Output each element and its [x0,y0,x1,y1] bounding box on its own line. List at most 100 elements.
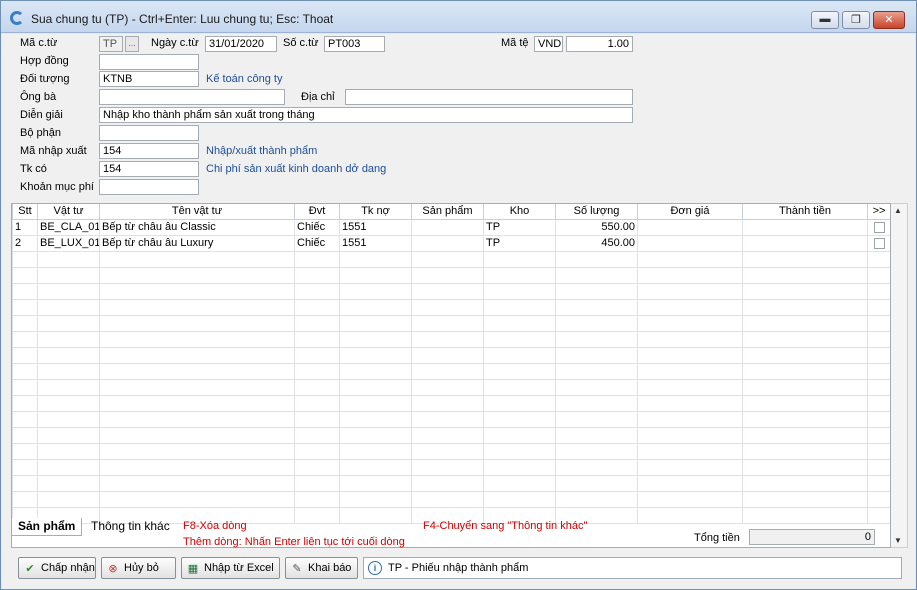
empty-cell[interactable] [411,490,484,508]
empty-cell[interactable] [294,506,340,524]
empty-cell[interactable] [742,394,868,412]
empty-table-row[interactable] [12,250,890,268]
empty-table-row[interactable] [12,458,890,476]
empty-cell[interactable] [483,378,556,396]
empty-cell[interactable] [555,346,638,364]
ty-gia-field[interactable]: 1.00 [566,36,633,52]
empty-cell[interactable] [294,314,340,332]
cell-tk-no[interactable]: 1551 [339,234,412,252]
col-header-dvt[interactable]: Đvt [294,204,340,220]
empty-cell[interactable] [637,346,743,364]
empty-cell[interactable] [867,458,890,476]
empty-cell[interactable] [37,298,100,316]
cell-thanh-tien[interactable] [742,234,868,252]
empty-cell[interactable] [37,458,100,476]
empty-cell[interactable] [99,282,295,300]
cell-vat-tu[interactable]: BE_CLA_01 [37,218,100,236]
tk-co-field[interactable]: 154 [99,161,199,177]
empty-cell[interactable] [867,250,890,268]
empty-cell[interactable] [742,282,868,300]
empty-cell[interactable] [411,330,484,348]
empty-cell[interactable] [555,474,638,492]
col-header-tk-no[interactable]: Tk nợ [339,204,412,220]
empty-cell[interactable] [637,458,743,476]
maximize-button[interactable]: ❐ [842,11,870,29]
empty-cell[interactable] [37,410,100,428]
empty-cell[interactable] [12,314,38,332]
cell-kho[interactable]: TP [483,218,556,236]
empty-cell[interactable] [99,490,295,508]
col-header-thanh-tien[interactable]: Thành tiền [742,204,868,220]
empty-cell[interactable] [99,314,295,332]
empty-table-row[interactable] [12,426,890,444]
empty-cell[interactable] [294,490,340,508]
col-header-ten-vat-tu[interactable]: Tên vật tư [99,204,295,220]
empty-cell[interactable] [294,442,340,460]
cell-dvt[interactable]: Chiếc [294,234,340,252]
scroll-down-icon[interactable]: ▼ [894,536,902,545]
empty-table-row[interactable] [12,442,890,460]
empty-cell[interactable] [411,394,484,412]
empty-cell[interactable] [867,378,890,396]
empty-cell[interactable] [339,490,412,508]
empty-table-row[interactable] [12,378,890,396]
declare-button[interactable]: ✎ Khai báo [285,557,358,579]
empty-cell[interactable] [483,442,556,460]
empty-table-row[interactable] [12,474,890,492]
empty-cell[interactable] [12,282,38,300]
empty-cell[interactable] [294,266,340,284]
empty-cell[interactable] [637,250,743,268]
empty-cell[interactable] [411,282,484,300]
empty-cell[interactable] [411,362,484,380]
empty-cell[interactable] [411,346,484,364]
empty-cell[interactable] [294,458,340,476]
empty-cell[interactable] [12,298,38,316]
empty-cell[interactable] [411,250,484,268]
ma-ct-lookup-button[interactable]: ... [125,36,139,52]
empty-cell[interactable] [99,394,295,412]
empty-cell[interactable] [99,378,295,396]
empty-cell[interactable] [37,346,100,364]
empty-cell[interactable] [483,362,556,380]
empty-cell[interactable] [99,330,295,348]
empty-cell[interactable] [339,458,412,476]
hop-dong-field[interactable] [99,54,199,70]
empty-cell[interactable] [12,490,38,508]
empty-cell[interactable] [294,282,340,300]
empty-cell[interactable] [483,474,556,492]
empty-cell[interactable] [742,378,868,396]
empty-cell[interactable] [37,330,100,348]
cell-stt[interactable]: 2 [12,234,38,252]
col-header-stt[interactable]: Stt [12,204,38,220]
empty-cell[interactable] [867,266,890,284]
empty-cell[interactable] [37,442,100,460]
empty-cell[interactable] [742,490,868,508]
cell-thanh-tien[interactable] [742,218,868,236]
empty-cell[interactable] [867,330,890,348]
empty-cell[interactable] [867,410,890,428]
empty-cell[interactable] [12,394,38,412]
empty-cell[interactable] [867,442,890,460]
empty-cell[interactable] [555,266,638,284]
ma-ct-field[interactable]: TP [99,36,123,52]
empty-cell[interactable] [99,250,295,268]
cell-so-luong[interactable]: 450.00 [555,234,638,252]
cell-san-pham[interactable] [411,234,484,252]
empty-cell[interactable] [411,266,484,284]
empty-table-row[interactable] [12,410,890,428]
empty-cell[interactable] [12,362,38,380]
empty-cell[interactable] [867,282,890,300]
empty-cell[interactable] [99,410,295,428]
empty-cell[interactable] [294,362,340,380]
empty-cell[interactable] [555,490,638,508]
empty-cell[interactable] [37,426,100,444]
empty-cell[interactable] [339,250,412,268]
empty-cell[interactable] [12,474,38,492]
empty-cell[interactable] [867,362,890,380]
empty-cell[interactable] [37,250,100,268]
empty-table-row[interactable] [12,282,890,300]
table-row[interactable]: 1 BE_CLA_01 Bếp từ châu âu Classic Chiếc… [12,218,890,236]
col-header-more-button[interactable]: >> [867,204,890,220]
empty-cell[interactable] [12,410,38,428]
empty-cell[interactable] [742,314,868,332]
